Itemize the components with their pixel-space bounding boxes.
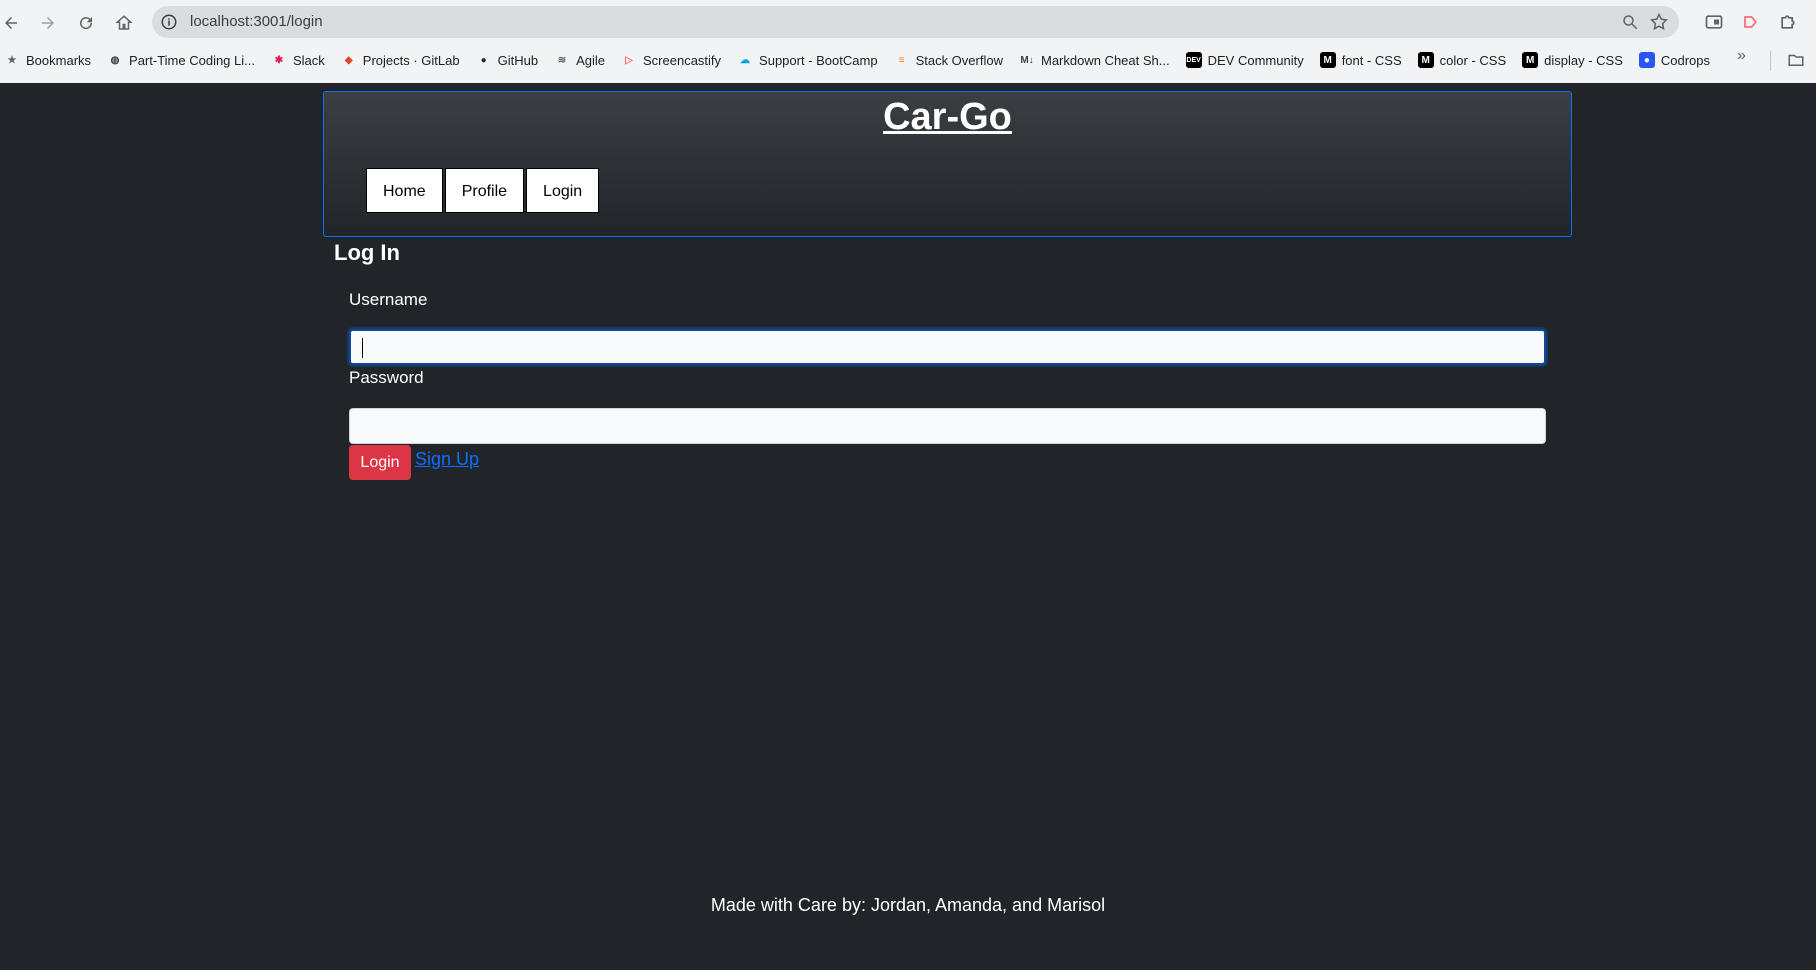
bookmark-label: Part-Time Coding Li... [129,52,255,68]
bookmark-item[interactable]: M↓ Markdown Cheat Sh... [1019,52,1170,68]
username-label: Username [349,290,428,309]
bookmark-item[interactable]: ✱ Slack [271,52,325,68]
bookmark-star-icon[interactable] [1649,12,1669,32]
bookmark-label: Agile [576,52,605,68]
globe-icon: ◍ [110,54,120,66]
address-bar[interactable]: localhost:3001/login [152,6,1679,38]
bookmark-item[interactable]: Mcolor - CSS [1417,52,1507,68]
agile-icon: ≋ [557,54,567,66]
browser-chrome: localhost:3001/login ★ Bookmarks ◍ Part-Tim… [0,0,1816,83]
mdn-icon: M [1522,52,1539,68]
nav-home-button[interactable]: Home [366,168,443,213]
bookmarks-divider [1770,51,1771,71]
page-title: Log In [334,240,400,265]
bookmark-item[interactable]: ◍ Part-Time Coding Li... [107,52,255,68]
bookmark-item[interactable]: Mfont - CSS [1319,52,1402,68]
back-icon[interactable] [0,10,24,36]
home-icon[interactable] [111,10,137,36]
bookmark-label: Screencastify [643,52,722,68]
browser-toolbar: localhost:3001/login [0,0,1816,44]
codrops-icon: ● [1638,52,1655,68]
mdn-icon: M [1319,52,1336,68]
bookmarks-list: ★ Bookmarks ◍ Part-Time Coding Li... ✱ Slack ◆… [4,52,1726,68]
reload-icon[interactable] [73,10,99,36]
bookmark-label: GitHub [497,52,539,68]
bookmark-label: Support - BootCamp [759,52,878,68]
bookmarks-bar: ★ Bookmarks ◍ Part-Time Coding Li... ✱ Slack ◆… [0,47,1816,75]
dev-icon: DEV [1185,52,1202,68]
gitlab-icon: ◆ [344,54,353,66]
extensions-puzzle-icon[interactable] [1776,10,1800,34]
stackoverflow-icon: ≡ [898,54,905,66]
bookmark-label: display - CSS [1544,52,1623,68]
bookmarks-overflow-button[interactable]: » [1737,47,1746,65]
bookmark-item[interactable]: DEV DEV Community [1185,52,1304,68]
bookmark-label: font - CSS [1341,52,1402,68]
main-nav: Home Profile Login [366,168,601,213]
password-label: Password [349,368,424,387]
password-input[interactable] [349,408,1546,444]
bookmark-item[interactable]: ● GitHub [476,52,539,68]
bookmark-item[interactable]: ◆ Projects · GitLab [341,52,460,68]
bookmark-item[interactable]: ☁ Support - BootCamp [737,52,878,68]
bookmark-item[interactable]: ▷ Screencastify [621,52,721,68]
screencastify-ext-icon[interactable] [1738,10,1762,34]
username-input[interactable] [349,329,1546,365]
bookmark-label: Projects · GitLab [362,52,460,68]
site-title[interactable]: Car-Go [324,96,1571,139]
bookmark-item[interactable]: ★ Bookmarks [4,52,92,68]
site-header: Car-Go Home Profile Login [323,91,1572,237]
mdn-icon: M [1417,52,1434,68]
bookmark-label: Markdown Cheat Sh... [1040,52,1170,68]
bookmark-item[interactable]: ≋ Agile [554,52,605,68]
bookmark-item[interactable]: Mdisplay - CSS [1522,52,1623,68]
screencastify-icon: ▷ [625,54,633,66]
github-icon: ● [480,54,487,66]
folder-icon[interactable] [1786,51,1806,69]
url-text[interactable]: localhost:3001/login [190,13,323,30]
bookmark-label: color - CSS [1439,52,1507,68]
login-submit-button[interactable]: Login [349,445,411,480]
zoom-icon[interactable] [1621,13,1639,31]
bookmark-label: Bookmarks [26,52,92,68]
slack-icon: ✱ [274,54,284,66]
salesforce-icon: ☁ [740,54,751,66]
signup-link[interactable]: Sign Up [415,449,479,470]
bookmark-item[interactable]: ● Codrops [1638,52,1711,68]
site-info-icon[interactable] [160,13,178,31]
forward-icon[interactable] [35,10,61,36]
bookmark-label: Stack Overflow [915,52,1003,68]
bookmark-item[interactable]: ≡ Stack Overflow [894,52,1003,68]
markdown-icon: M↓ [1020,54,1034,66]
bookmark-label: Slack [292,52,325,68]
nav-profile-button[interactable]: Profile [444,168,525,213]
text-caret [362,338,363,358]
bookmark-label: DEV Community [1207,52,1304,68]
nav-login-button[interactable]: Login [526,168,600,213]
footer-credits: Made with Care by: Jordan, Amanda, and M… [710,895,1106,915]
bookmark-label: Codrops [1660,52,1711,68]
star-icon: ★ [7,54,17,66]
extension-icon[interactable] [1702,10,1726,34]
